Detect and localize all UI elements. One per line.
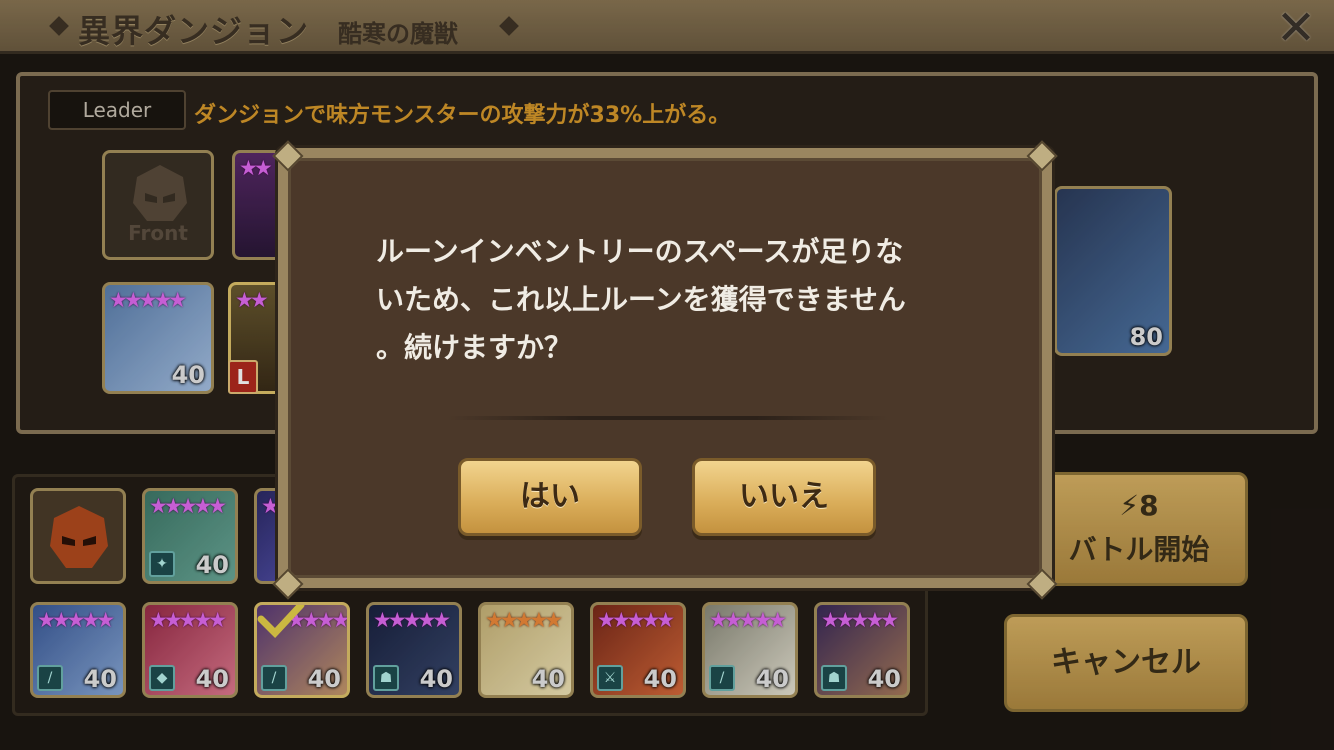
- dialog-divider: [448, 416, 888, 420]
- yes-button[interactable]: はい: [458, 458, 642, 536]
- dialog-message: ルーンインベントリーのスペースが足りな いため、これ以上ルーンを獲得できません …: [376, 235, 906, 364]
- no-button[interactable]: いいえ: [692, 458, 876, 536]
- confirm-dialog: ルーンインベントリーのスペースが足りな いため、これ以上ルーンを獲得できません …: [278, 148, 1052, 588]
